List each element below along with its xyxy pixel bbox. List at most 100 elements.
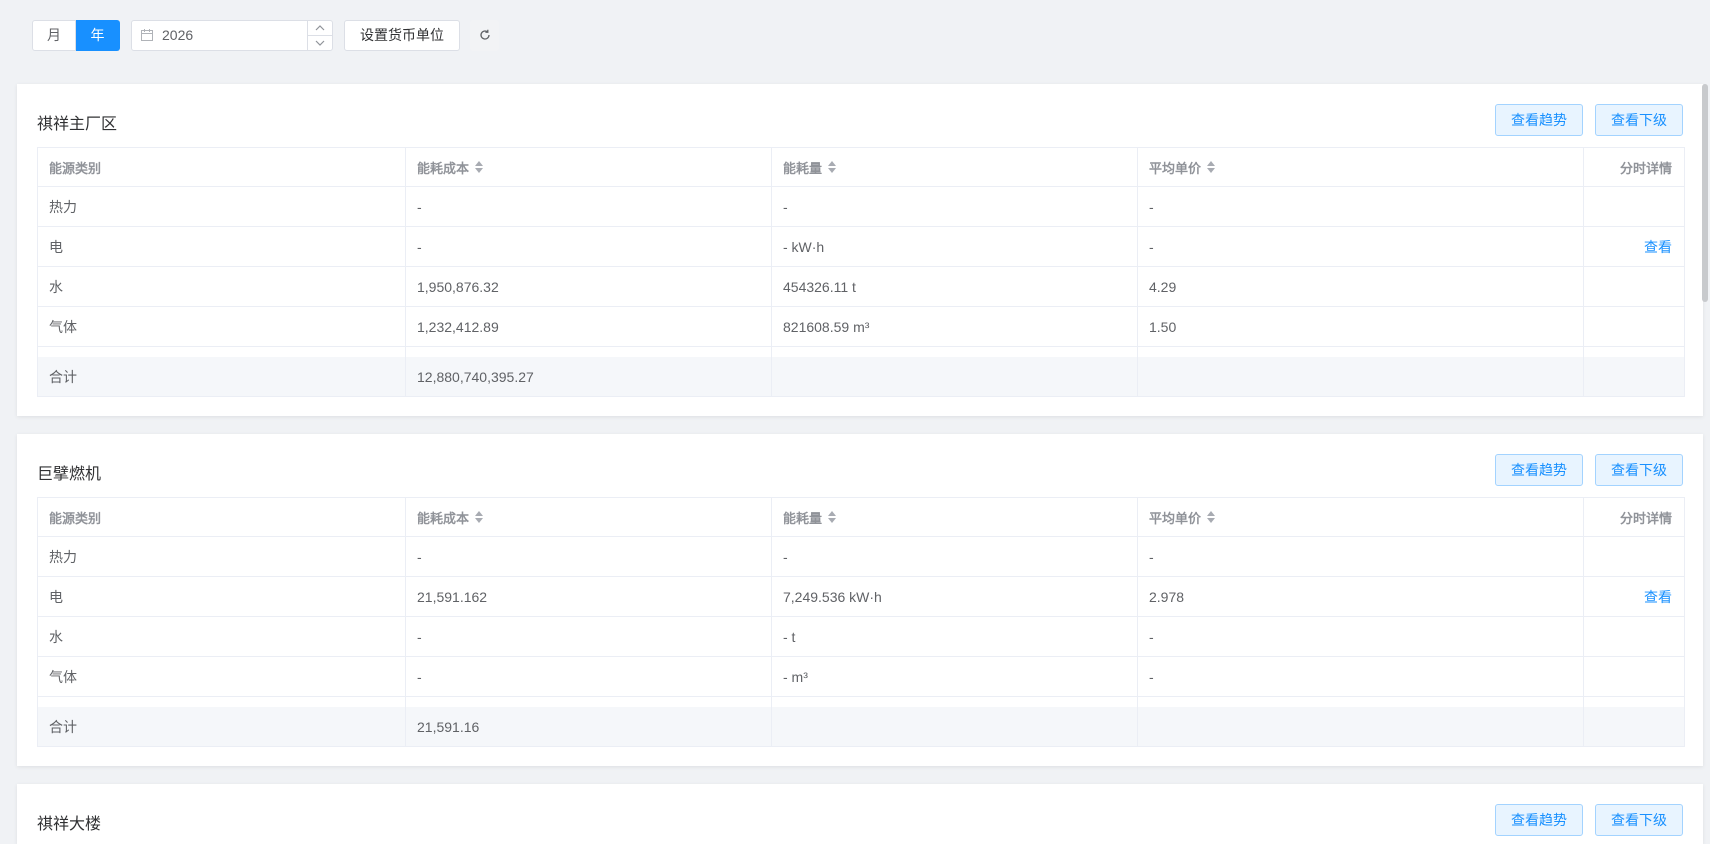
sort-icon[interactable] [475,511,484,523]
set-currency-button[interactable]: 设置货币单位 [344,19,460,51]
view-detail-link[interactable]: 查看 [1644,237,1672,257]
year-picker[interactable]: 2026 [131,19,333,51]
cell-category: 电 [38,227,406,266]
cell-detail [1584,617,1684,656]
header-avg-price[interactable]: 平均单价 [1138,148,1584,186]
year-button[interactable]: 年 [76,19,120,51]
header-usage[interactable]: 能耗量 [772,498,1138,536]
row-spacer [38,347,1684,357]
cell-category: 气体 [38,657,406,696]
header-category: 能源类别 [38,148,406,186]
total-row: 合计 21,591.16 [38,707,1684,747]
cell-usage: - [772,187,1138,226]
cell-cost: - [406,187,772,226]
cell-detail [1584,187,1684,226]
card-title: 祺祥主厂区 [37,116,118,133]
view-sublevel-button[interactable]: 查看下级 [1595,454,1683,486]
cell-detail: 查看 [1584,577,1684,616]
total-cost: 21,591.16 [406,707,772,746]
chevron-up-icon[interactable] [308,21,332,36]
total-label: 合计 [38,357,406,396]
header-usage-label: 能耗量 [783,160,823,176]
cell-cost: 1,232,412.89 [406,307,772,346]
cell-detail [1584,307,1684,346]
cell-avg-price: - [1138,227,1584,266]
energy-table: 能源类别 能耗成本 能耗量 平均单价 分时详情 热力 - - - 电 - - k… [37,147,1685,397]
header-cost[interactable]: 能耗成本 [406,498,772,536]
card-actions: 查看趋势 查看下级 [1483,104,1683,136]
sort-icon[interactable] [1207,161,1216,173]
scrollbar[interactable] [1702,84,1708,302]
header-avg-price-label: 平均单价 [1149,160,1202,176]
cell-usage: 821608.59 m³ [772,307,1138,346]
card-title: 巨擘燃机 [37,466,102,483]
header-avg-price[interactable]: 平均单价 [1138,498,1584,536]
total-label: 合计 [38,707,406,746]
card-actions: 查看趋势 查看下级 [1483,804,1683,836]
cell-category: 电 [38,577,406,616]
table-row: 热力 - - - [38,187,1684,227]
table-header: 能源类别 能耗成本 能耗量 平均单价 分时详情 [38,497,1684,537]
table-row: 水 1,950,876.32 454326.11 t 4.29 [38,267,1684,307]
cell-category: 热力 [38,537,406,576]
view-trend-button[interactable]: 查看趋势 [1495,804,1583,836]
year-value: 2026 [162,27,194,43]
cell-cost: - [406,617,772,656]
cell-avg-price: - [1138,187,1584,226]
sort-icon[interactable] [828,511,837,523]
header-usage[interactable]: 能耗量 [772,148,1138,186]
view-sublevel-button[interactable]: 查看下级 [1595,804,1683,836]
sort-icon[interactable] [475,161,484,173]
energy-table: 能源类别 能耗成本 能耗量 平均单价 分时详情 热力 - - - 电 21,59… [37,497,1685,747]
table-header: 能源类别 能耗成本 能耗量 平均单价 分时详情 [38,147,1684,187]
card-actions: 查看趋势 查看下级 [1483,454,1683,486]
table-row: 气体 - - m³ - [38,657,1684,697]
header-detail: 分时详情 [1619,160,1672,176]
calendar-icon [132,29,162,41]
header-cost-label: 能耗成本 [417,160,470,176]
cell-avg-price: - [1138,537,1584,576]
table-row: 电 - - kW·h - 查看 [38,227,1684,267]
cell-category: 气体 [38,307,406,346]
cell-category: 水 [38,617,406,656]
table-row: 气体 1,232,412.89 821608.59 m³ 1.50 [38,307,1684,347]
cell-usage: - t [772,617,1138,656]
cell-usage: - m³ [772,657,1138,696]
table-row: 电 21,591.162 7,249.536 kW·h 2.978 查看 [38,577,1684,617]
year-stepper [307,20,332,50]
cell-usage: 7,249.536 kW·h [772,577,1138,616]
cell-detail [1584,267,1684,306]
table-row: 水 - - t - [38,617,1684,657]
cell-detail: 查看 [1584,227,1684,266]
total-cost: 12,880,740,395.27 [406,357,772,396]
header-cost-label: 能耗成本 [417,510,470,526]
cell-avg-price: 1.50 [1138,307,1584,346]
total-row: 合计 12,880,740,395.27 [38,357,1684,397]
row-spacer [38,697,1684,707]
header-usage-label: 能耗量 [783,510,823,526]
cell-cost: 1,950,876.32 [406,267,772,306]
site-card: 祺祥大楼 查看趋势 查看下级 [17,784,1703,844]
cell-detail [1584,657,1684,696]
view-sublevel-button[interactable]: 查看下级 [1595,104,1683,136]
cell-usage: - [772,537,1138,576]
refresh-icon[interactable] [470,19,499,51]
sort-icon[interactable] [828,161,837,173]
cell-cost: - [406,537,772,576]
view-detail-link[interactable]: 查看 [1644,587,1672,607]
cell-cost: - [406,227,772,266]
header-cost[interactable]: 能耗成本 [406,148,772,186]
chevron-down-icon[interactable] [308,36,332,50]
view-trend-button[interactable]: 查看趋势 [1495,104,1583,136]
sort-icon[interactable] [1207,511,1216,523]
cell-cost: - [406,657,772,696]
cell-cost: 21,591.162 [406,577,772,616]
period-toggle: 月 年 [32,19,120,51]
cell-avg-price: 2.978 [1138,577,1584,616]
cell-detail [1584,537,1684,576]
cell-usage: 454326.11 t [772,267,1138,306]
toolbar: 月 年 2026 设置货币单位 [32,19,499,51]
month-button[interactable]: 月 [32,19,76,51]
view-trend-button[interactable]: 查看趋势 [1495,454,1583,486]
cell-category: 热力 [38,187,406,226]
